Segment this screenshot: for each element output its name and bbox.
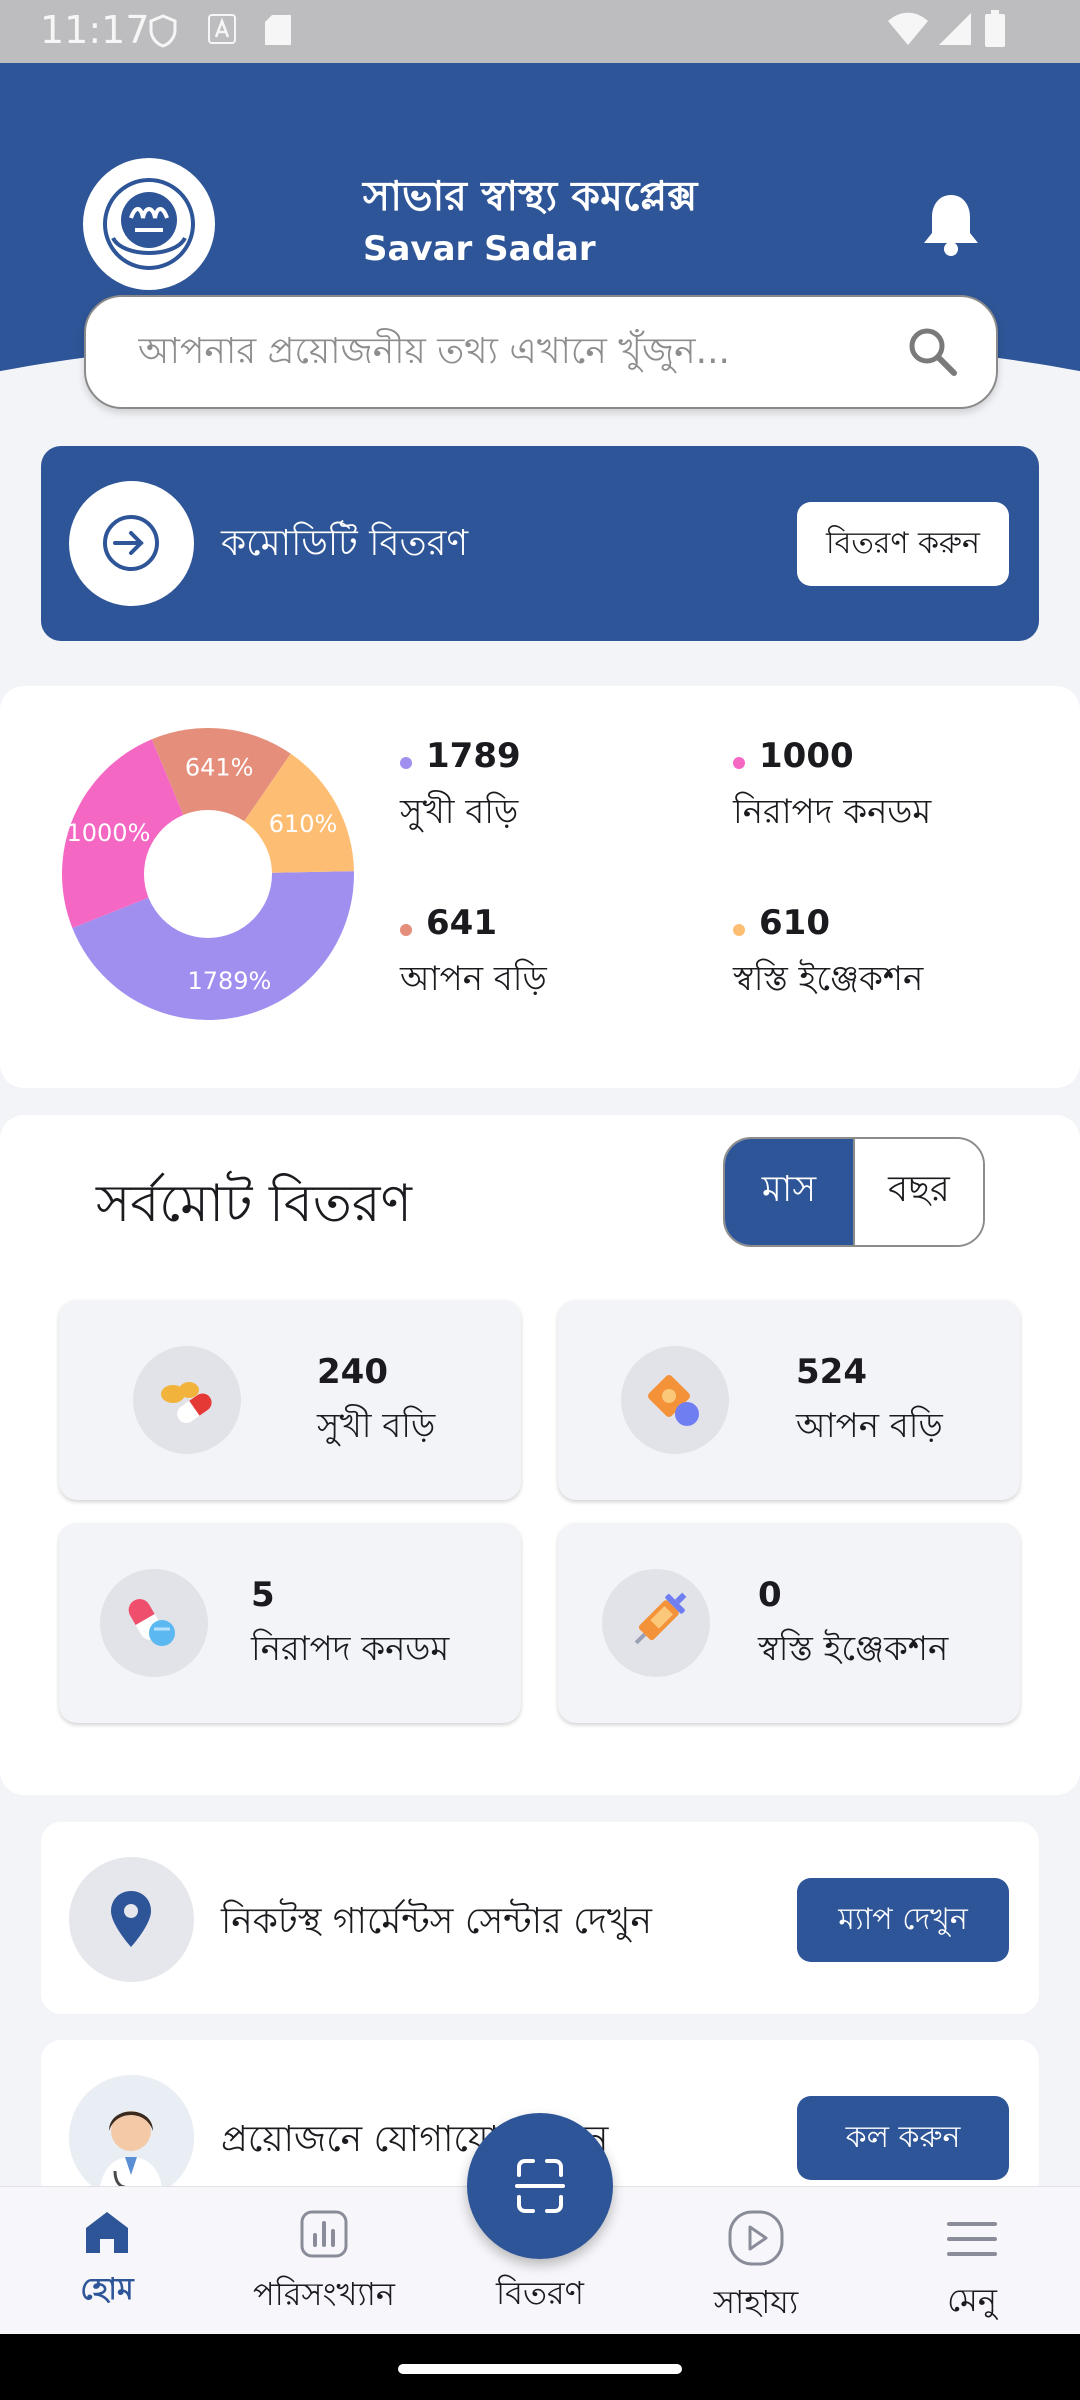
legend-item-apon: 641 আপন বড়ি (400, 903, 547, 1010)
legend-item-condom: 1000 নিরাপদ কনডম (733, 736, 931, 843)
search-input[interactable] (136, 319, 900, 383)
syringe-icon (602, 1569, 710, 1677)
status-bar: 11:17 (0, 0, 1080, 63)
scan-icon (515, 2159, 565, 2213)
sd-card-icon (265, 15, 291, 45)
organization-logo (83, 158, 215, 290)
capsule-icon (100, 1569, 208, 1677)
nav-distribute-label: বিতরণ (496, 2274, 584, 2312)
font-icon (208, 14, 236, 44)
legend-item-injection: 610 স্বস্তি ইঞ্জেকশন (733, 903, 923, 1010)
legend-label: স্বস্তি ইঞ্জেকশন (733, 959, 924, 999)
call-button[interactable]: কল করুন (797, 2096, 1009, 2180)
legend-value: 641 (426, 903, 497, 943)
search-icon[interactable] (906, 325, 958, 377)
nearby-center-text: নিকটস্থ গার্মেন্টস সেন্টার দেখুন (221, 1901, 652, 1942)
distribution-icon-circle (69, 481, 194, 606)
nav-home[interactable]: হোম (17, 2209, 197, 2316)
stat-label: স্বস্তি ইঞ্জেকশন (758, 1629, 949, 1669)
legend-value: 1789 (426, 736, 521, 776)
commodity-distribution-card: কমোডিটি বিতরণ বিতরণ করুন (41, 446, 1039, 641)
distribute-button[interactable]: বিতরণ করুন (797, 502, 1009, 586)
slice-label: 1789% (187, 967, 271, 995)
notification-bell-icon[interactable] (920, 191, 982, 257)
distribution-label: কমোডিটি বিতরণ (221, 523, 469, 564)
section-title: সর্বমোট বিতরণ (96, 1174, 412, 1234)
facility-title: সাভার স্বাস্থ্য কমপ্লেক্স (363, 172, 698, 220)
legend-value: 610 (759, 903, 830, 943)
nearby-center-card: নিকটস্থ গার্মেন্টস সেন্টার দেখুন ম্যাপ দ… (41, 1822, 1039, 2014)
stat-value: 524 (796, 1352, 867, 1392)
legend-item-sukhi: 1789 সুখী বড়ি (400, 736, 521, 843)
commodity-chart-panel: 1789% 1000% 641% 610% 1789 সুখী বড়ি 1000 ন… (0, 686, 1080, 1088)
stat-value: 0 (758, 1575, 782, 1615)
scan-distribute-button[interactable] (467, 2113, 613, 2259)
donut-chart: 1789% 1000% 641% 610% (62, 728, 354, 1020)
bar-chart-icon (300, 2210, 348, 2258)
nav-statistics[interactable]: পরিসংখ্যান (234, 2209, 414, 2323)
shield-icon (149, 14, 177, 48)
stat-card-condom[interactable]: 5 নিরাপদ কনডম (59, 1523, 521, 1723)
slice-label: 610% (269, 810, 338, 838)
stat-value: 5 (251, 1575, 275, 1615)
legend-dot (733, 923, 745, 936)
stat-label: নিরাপদ কনডম (251, 1629, 450, 1669)
legend-label: নিরাপদ কনডম (733, 792, 932, 832)
legend-dot (400, 923, 412, 936)
stat-label: সুখী বড়ি (317, 1406, 436, 1446)
legend-value: 1000 (759, 736, 854, 776)
toggle-year[interactable]: বছর (853, 1139, 983, 1245)
legend-label: আপন বড়ি (400, 959, 547, 999)
stat-card-sukhi[interactable]: 240 সুখী বড়ি (59, 1300, 521, 1500)
doctor-avatar (69, 2075, 194, 2200)
legend-dot (400, 756, 412, 769)
view-map-button[interactable]: ম্যাপ দেখুন (797, 1878, 1009, 1962)
total-distribution-panel: সর্বমোট বিতরণ মাস বছর 240 সুখী বড়ি 524 … (0, 1115, 1080, 1795)
nav-menu[interactable]: মেনু (882, 2209, 1062, 2329)
status-time: 11:17 (40, 8, 150, 52)
wifi-icon (888, 12, 928, 45)
nav-help[interactable]: সাহায্য (666, 2209, 846, 2331)
facility-subtitle: Savar Sadar (363, 229, 596, 269)
home-gesture-pill[interactable] (398, 2364, 682, 2374)
hamburger-menu-icon (947, 2222, 997, 2256)
legend-dot (733, 756, 745, 769)
signal-icon (939, 13, 971, 45)
arrow-in-circle-icon (103, 515, 159, 571)
play-circle-icon (728, 2210, 784, 2266)
stat-value: 240 (317, 1352, 388, 1392)
nav-menu-label: মেনু (947, 2281, 997, 2319)
emblem-icon (103, 178, 195, 270)
pills-icon (133, 1346, 241, 1454)
nav-statistics-label: পরিসংখ্যান (252, 2275, 396, 2313)
nav-help-label: সাহায্য (713, 2283, 799, 2321)
search-bar[interactable] (84, 295, 998, 409)
stat-card-apon[interactable]: 524 আপন বড়ি (558, 1300, 1020, 1500)
home-icon (86, 2212, 128, 2253)
donut-hole (144, 810, 272, 938)
nav-home-label: হোম (80, 2272, 134, 2307)
stat-label: আপন বড়ি (796, 1406, 943, 1446)
slice-label: 1000% (67, 819, 151, 847)
location-pin-icon (69, 1857, 194, 1982)
slice-label: 641% (185, 754, 254, 782)
legend-label: সুখী বড়ি (400, 792, 519, 832)
period-toggle: মাস বছর (723, 1137, 985, 1247)
toggle-month[interactable]: মাস (725, 1139, 853, 1245)
battery-icon (985, 10, 1005, 47)
stat-card-injection[interactable]: 0 স্বস্তি ইঞ্জেকশন (558, 1523, 1020, 1723)
contraceptive-pack-icon (621, 1346, 729, 1454)
